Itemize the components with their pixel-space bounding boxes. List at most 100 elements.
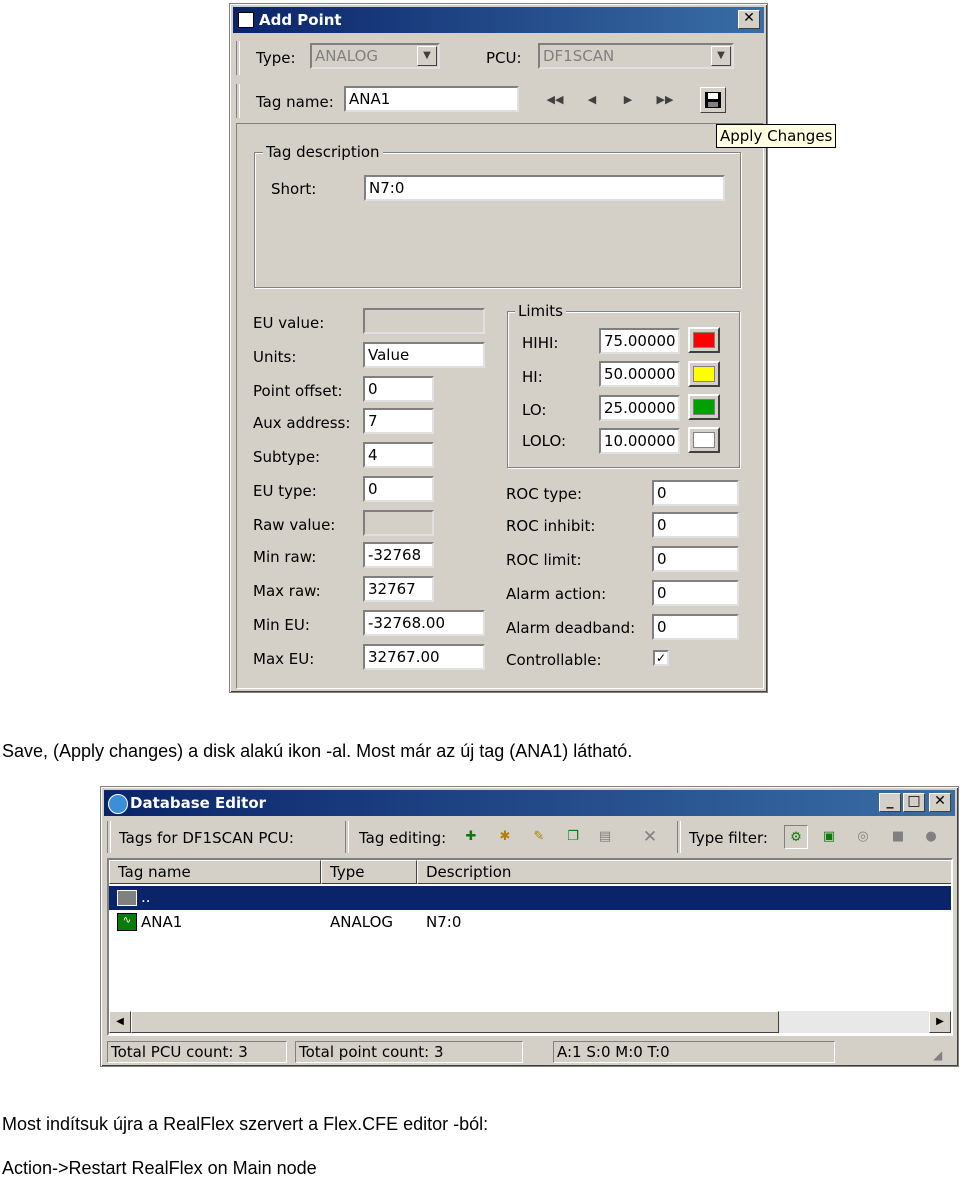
last-record-icon[interactable]: ▶▶ — [652, 88, 678, 112]
horizontal-scrollbar[interactable]: ◀ ▶ — [109, 1011, 951, 1033]
status-point-count: Total point count: 3 — [295, 1041, 523, 1063]
scroll-right-icon[interactable]: ▶ — [929, 1011, 951, 1033]
tag-description-group — [254, 152, 741, 288]
pcu-label: PCU: — [486, 49, 522, 67]
controllable-label: Controllable: — [506, 651, 602, 669]
apply-changes-tooltip: Apply Changes — [716, 124, 837, 148]
tag-description-title: Tag description — [263, 143, 383, 161]
roc-inhibit-input[interactable]: 0 — [652, 512, 739, 538]
filter-register-icon[interactable]: ■ — [886, 825, 910, 849]
type-label: Type: — [256, 49, 296, 67]
window-app-icon — [238, 12, 254, 28]
hi-input[interactable]: 50.00000 — [599, 361, 680, 387]
database-editor-titlebar: Database Editor _ □ ✕ — [104, 790, 955, 816]
roc-type-input[interactable]: 0 — [652, 480, 739, 506]
row-type: ANALOG — [330, 913, 393, 931]
copy-tag-icon[interactable]: ❐ — [561, 825, 585, 849]
hihi-input[interactable]: 75.00000 — [599, 328, 680, 354]
toolbar-grip — [236, 84, 240, 118]
lolo-input[interactable]: 10.00000 — [599, 428, 680, 454]
controllable-checkbox[interactable]: ✓ — [653, 650, 669, 666]
add-tag-icon[interactable]: ✚ — [459, 825, 483, 849]
column-header-description[interactable]: Description — [417, 860, 951, 884]
delete-icon[interactable]: ✕ — [638, 825, 662, 849]
subtype-input[interactable]: 4 — [363, 442, 434, 468]
column-header-type[interactable]: Type — [321, 860, 417, 884]
max-eu-input[interactable]: 32767.00 — [363, 644, 485, 670]
min-raw-input[interactable]: -32768 — [363, 542, 434, 568]
filter-analog-icon[interactable]: ▣ — [817, 825, 841, 849]
save-disk-icon[interactable] — [700, 87, 726, 113]
add-point-titlebar: Add Point ✕ — [233, 7, 764, 33]
roc-limit-input[interactable]: 0 — [652, 546, 739, 572]
max-eu-label: Max EU: — [253, 650, 315, 668]
scroll-left-icon[interactable]: ◀ — [109, 1011, 131, 1033]
max-raw-label: Max raw: — [253, 582, 321, 600]
lo-color-swatch — [693, 399, 715, 415]
aux-address-label: Aux address: — [253, 414, 351, 432]
properties-icon[interactable]: ▤ — [593, 825, 617, 849]
min-eu-label: Min EU: — [253, 616, 310, 634]
raw-value-label: Raw value: — [253, 516, 336, 534]
roc-type-label: ROC type: — [506, 485, 583, 503]
add-tag-alt-icon[interactable]: ✱ — [493, 825, 517, 849]
edit-tag-icon[interactable]: ✎ — [527, 825, 551, 849]
min-eu-input[interactable]: -32768.00 — [363, 610, 485, 636]
hihi-color-swatch — [693, 332, 715, 348]
alarm-action-input[interactable]: 0 — [652, 580, 739, 606]
hi-color-swatch — [693, 366, 715, 382]
caption-action-path: Action->Restart RealFlex on Main node — [2, 1158, 317, 1178]
roc-inhibit-label: ROC inhibit: — [506, 517, 596, 535]
alarm-deadband-input[interactable]: 0 — [652, 614, 739, 640]
chevron-down-icon[interactable]: ▼ — [417, 46, 437, 66]
aux-address-input[interactable]: 7 — [363, 408, 434, 434]
add-point-title: Add Point — [259, 11, 342, 29]
prev-record-icon[interactable]: ◀ — [579, 88, 605, 112]
close-button[interactable]: ✕ — [738, 10, 760, 29]
eu-type-label: EU type: — [253, 482, 317, 500]
min-raw-label: Min raw: — [253, 548, 317, 566]
close-button[interactable]: ✕ — [929, 793, 951, 812]
limits-title: Limits — [515, 302, 566, 320]
point-offset-label: Point offset: — [253, 382, 343, 400]
maximize-button[interactable]: □ — [903, 793, 925, 812]
resize-grip-icon[interactable]: ◢ — [933, 1047, 951, 1063]
roc-limit-label: ROC limit: — [506, 551, 582, 569]
folder-up-icon — [117, 890, 137, 906]
subtype-label: Subtype: — [253, 448, 321, 466]
filter-digital-icon[interactable]: ◎ — [851, 825, 875, 849]
toolbar-grip — [107, 821, 111, 853]
units-input[interactable]: Value — [363, 342, 485, 368]
table-row[interactable]: ∿ ANA1 ANALOG N7:0 — [109, 910, 951, 934]
first-record-icon[interactable]: ◀◀ — [542, 88, 568, 112]
short-input[interactable]: N7:0 — [364, 175, 725, 201]
status-counters: A:1 S:0 M:0 T:0 — [553, 1041, 835, 1063]
filter-all-icon[interactable]: ⚙ — [784, 825, 808, 849]
filter-other-icon[interactable]: ● — [919, 825, 943, 849]
max-raw-input[interactable]: 32767 — [363, 576, 434, 602]
hi-color-button[interactable] — [688, 361, 720, 387]
row-tag-name: .. — [141, 888, 151, 906]
lolo-color-button[interactable] — [688, 427, 720, 453]
scrollbar-thumb[interactable] — [131, 1011, 779, 1033]
lo-color-button[interactable] — [688, 394, 720, 420]
lolo-label: LOLO: — [522, 432, 567, 450]
chevron-down-icon[interactable]: ▼ — [711, 46, 731, 66]
alarm-action-label: Alarm action: — [506, 585, 607, 603]
lo-input[interactable]: 25.00000 — [599, 395, 680, 421]
point-offset-input[interactable]: 0 — [363, 376, 434, 402]
type-select[interactable]: ANALOG ▼ — [310, 43, 440, 69]
tagname-input[interactable]: ANA1 — [344, 86, 519, 112]
table-row[interactable]: .. — [109, 886, 951, 910]
short-label: Short: — [271, 180, 317, 198]
next-record-icon[interactable]: ▶ — [615, 88, 641, 112]
pcu-select[interactable]: DF1SCAN ▼ — [538, 43, 734, 69]
hihi-label: HIHI: — [522, 334, 559, 352]
column-header-tag-name[interactable]: Tag name — [109, 860, 321, 884]
add-point-window: Add Point ✕ Type: ANALOG ▼ PCU: DF1SCAN … — [229, 3, 768, 693]
eu-type-input[interactable]: 0 — [363, 476, 434, 502]
minimize-button[interactable]: _ — [879, 793, 901, 812]
database-app-icon — [108, 794, 128, 814]
hihi-color-button[interactable] — [688, 327, 720, 353]
row-description: N7:0 — [426, 913, 462, 931]
